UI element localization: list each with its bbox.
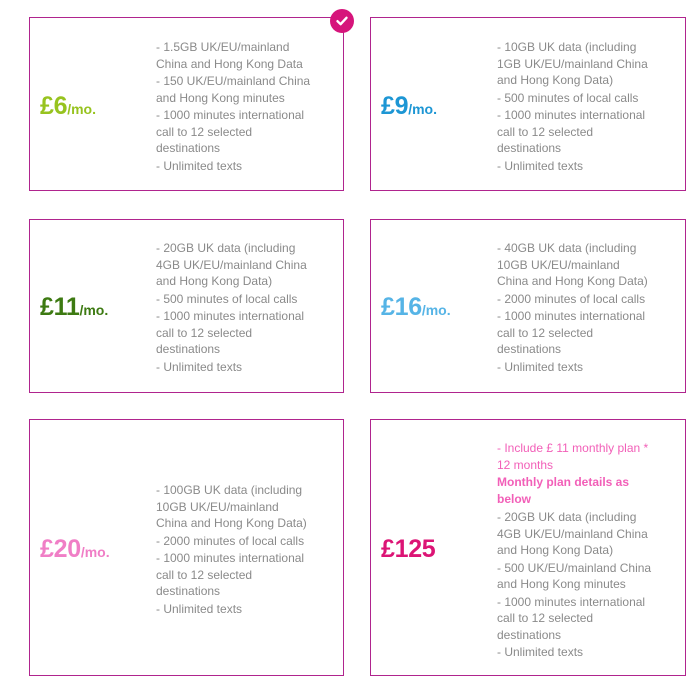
plan-price: £20/mo. — [40, 535, 110, 564]
feature-item: - 1000 minutes international call to 12 … — [497, 108, 646, 155]
feature-item: - 100GB UK data (including 10GB UK/EU/ma… — [156, 483, 307, 530]
feature-item: - 20GB UK data (including 4GB UK/EU/main… — [497, 510, 648, 557]
feature-item: - 1000 minutes international call to 12 … — [156, 309, 305, 356]
price-suffix: /mo. — [421, 302, 451, 318]
plan-features: - Include £ 11 monthly plan * 12 months … — [497, 440, 653, 662]
price-amount: £11 — [40, 293, 80, 321]
feature-item: - 1000 minutes international call to 12 … — [497, 309, 646, 356]
selected-check-icon — [330, 9, 354, 33]
feature-item: - 500 UK/EU/mainland China and Hong Kong… — [497, 560, 652, 592]
plan-price: £9/mo. — [381, 92, 437, 121]
feature-item: - Unlimited texts — [156, 359, 243, 374]
plan-features: - 40GB UK data (including 10GB UK/EU/mai… — [497, 240, 653, 376]
feature-item: - 1000 minutes international call to 12 … — [497, 594, 646, 642]
price-amount: £125 — [381, 535, 436, 563]
plan-features: - 10GB UK data (including 1GB UK/EU/main… — [497, 39, 653, 175]
price-amount: £6 — [40, 92, 68, 120]
feature-item: - Unlimited texts — [497, 158, 584, 173]
plan-card-125[interactable]: £125 - Include £ 11 monthly plan * 12 mo… — [370, 419, 686, 676]
plan-card-16[interactable]: £16/mo. - 40GB UK data (including 10GB U… — [370, 219, 686, 393]
price-amount: £20 — [40, 535, 81, 563]
feature-item: - 1000 minutes international call to 12 … — [156, 108, 305, 155]
plan-intro: - Include £ 11 monthly plan * 12 months — [497, 441, 649, 472]
feature-item: - Unlimited texts — [156, 158, 243, 173]
feature-item: - 500 minutes of local calls — [156, 291, 298, 306]
price-suffix: /mo. — [67, 101, 96, 117]
plan-price: £16/mo. — [381, 293, 451, 322]
feature-item: - 40GB UK data (including 10GB UK/EU/mai… — [497, 241, 648, 288]
feature-item: - Unlimited texts — [156, 601, 243, 616]
plan-price: £6/mo. — [40, 92, 96, 121]
feature-item: - 1.5GB UK/EU/mainland China and Hong Ko… — [156, 40, 303, 71]
price-amount: £9 — [381, 92, 409, 120]
plan-card-6[interactable]: £6/mo. - 1.5GB UK/EU/mainland China and … — [29, 17, 344, 191]
plan-features: - 100GB UK data (including 10GB UK/EU/ma… — [156, 482, 312, 618]
plan-price: £11/mo. — [40, 293, 108, 322]
price-suffix: /mo. — [408, 101, 437, 117]
plan-features: - 20GB UK data (including 4GB UK/EU/main… — [156, 240, 312, 376]
feature-item: - 2000 minutes of local calls — [497, 291, 646, 306]
feature-item: - 1000 minutes international call to 12 … — [156, 551, 305, 598]
plan-card-9[interactable]: £9/mo. - 10GB UK data (including 1GB UK/… — [370, 17, 686, 191]
plan-price: £125 — [381, 535, 436, 564]
feature-item: - 150 UK/EU/mainland China and Hong Kong… — [156, 74, 311, 105]
price-suffix: /mo. — [80, 544, 110, 560]
feature-item: - 20GB UK data (including 4GB UK/EU/main… — [156, 241, 307, 288]
plan-intro-heading: Monthly plan details as below — [497, 475, 630, 506]
feature-item: - Unlimited texts — [497, 645, 584, 659]
feature-item: - 10GB UK data (including 1GB UK/EU/main… — [497, 40, 648, 87]
feature-item: - 2000 minutes of local calls — [156, 533, 305, 548]
feature-item: - 500 minutes of local calls — [497, 90, 639, 105]
price-suffix: /mo. — [79, 302, 109, 318]
plan-features: - 1.5GB UK/EU/mainland China and Hong Ko… — [156, 39, 312, 175]
plan-card-20[interactable]: £20/mo. - 100GB UK data (including 10GB … — [29, 419, 344, 676]
feature-item: - Unlimited texts — [497, 359, 584, 374]
price-amount: £16 — [381, 293, 422, 321]
plan-card-11[interactable]: £11/mo. - 20GB UK data (including 4GB UK… — [29, 219, 344, 393]
